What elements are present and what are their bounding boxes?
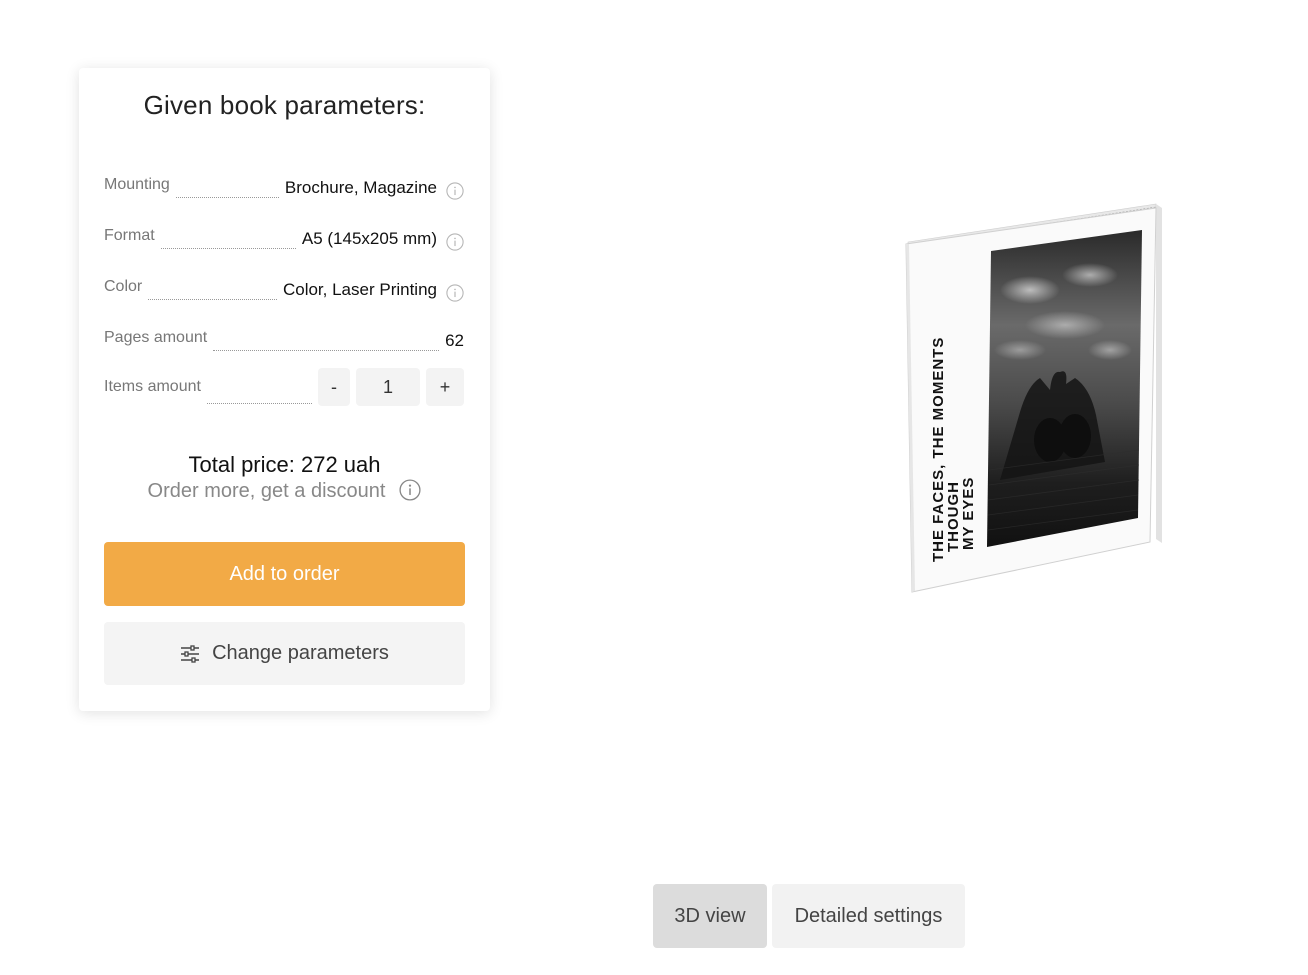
param-label-pages: Pages amount <box>104 329 208 346</box>
book-parameters-card: Given book parameters: Mounting Brochure… <box>79 68 490 711</box>
view-tabs: 3D view Detailed settings <box>653 884 965 948</box>
card-title: Given book parameters: <box>143 90 426 120</box>
param-row-color: Color Color, Laser Printing <box>104 270 464 304</box>
change-parameters-label: Change parameters <box>212 642 389 664</box>
dotted-leader <box>206 402 312 404</box>
info-icon[interactable] <box>446 284 464 302</box>
page: Given book parameters: Mounting Brochure… <box>0 0 1308 975</box>
param-value-pages: 62 <box>445 331 464 350</box>
param-value-mounting: Brochure, Magazine <box>284 178 437 197</box>
param-label-items: Items amount <box>104 378 201 395</box>
info-icon[interactable] <box>446 182 464 200</box>
dotted-leader <box>175 196 279 198</box>
dotted-leader <box>148 298 277 300</box>
add-to-order-button[interactable]: Add to order <box>104 542 465 606</box>
quantity-stepper: - + <box>318 368 464 406</box>
cover-title-line-3: MY EYES <box>960 477 977 550</box>
param-label-mounting: Mounting <box>104 176 170 193</box>
decrement-button[interactable]: - <box>318 368 350 406</box>
param-value-color: Color, Laser Printing <box>282 280 437 299</box>
discount-note: Order more, get a discount <box>79 479 490 503</box>
change-parameters-button[interactable]: Change parameters <box>104 622 465 685</box>
dotted-leader <box>160 247 296 249</box>
param-row-items: Items amount - + <box>104 368 464 406</box>
param-value-format: A5 (145x205 mm) <box>301 229 437 248</box>
info-icon[interactable] <box>446 233 464 251</box>
quantity-input[interactable] <box>356 368 420 406</box>
param-label-format: Format <box>104 227 155 244</box>
param-row-pages: Pages amount 62 <box>104 321 464 355</box>
book-3d-preview[interactable]: THE FACES, THE MOMENTS THOUGH MY EYES <box>900 200 1162 595</box>
increment-button[interactable]: + <box>426 368 464 406</box>
param-row-format: Format A5 (145x205 mm) <box>104 219 464 253</box>
param-row-mounting: Mounting Brochure, Magazine <box>104 168 464 202</box>
discount-text: Order more, get a discount <box>147 479 386 502</box>
tab-3d-view[interactable]: 3D view <box>653 884 767 948</box>
sliders-icon <box>181 644 200 663</box>
total-price: Total price: 272 uah <box>188 452 381 477</box>
param-label-color: Color <box>104 278 143 295</box>
info-icon[interactable] <box>399 479 421 501</box>
tab-detailed-settings[interactable]: Detailed settings <box>772 884 965 948</box>
dotted-leader <box>213 349 440 351</box>
